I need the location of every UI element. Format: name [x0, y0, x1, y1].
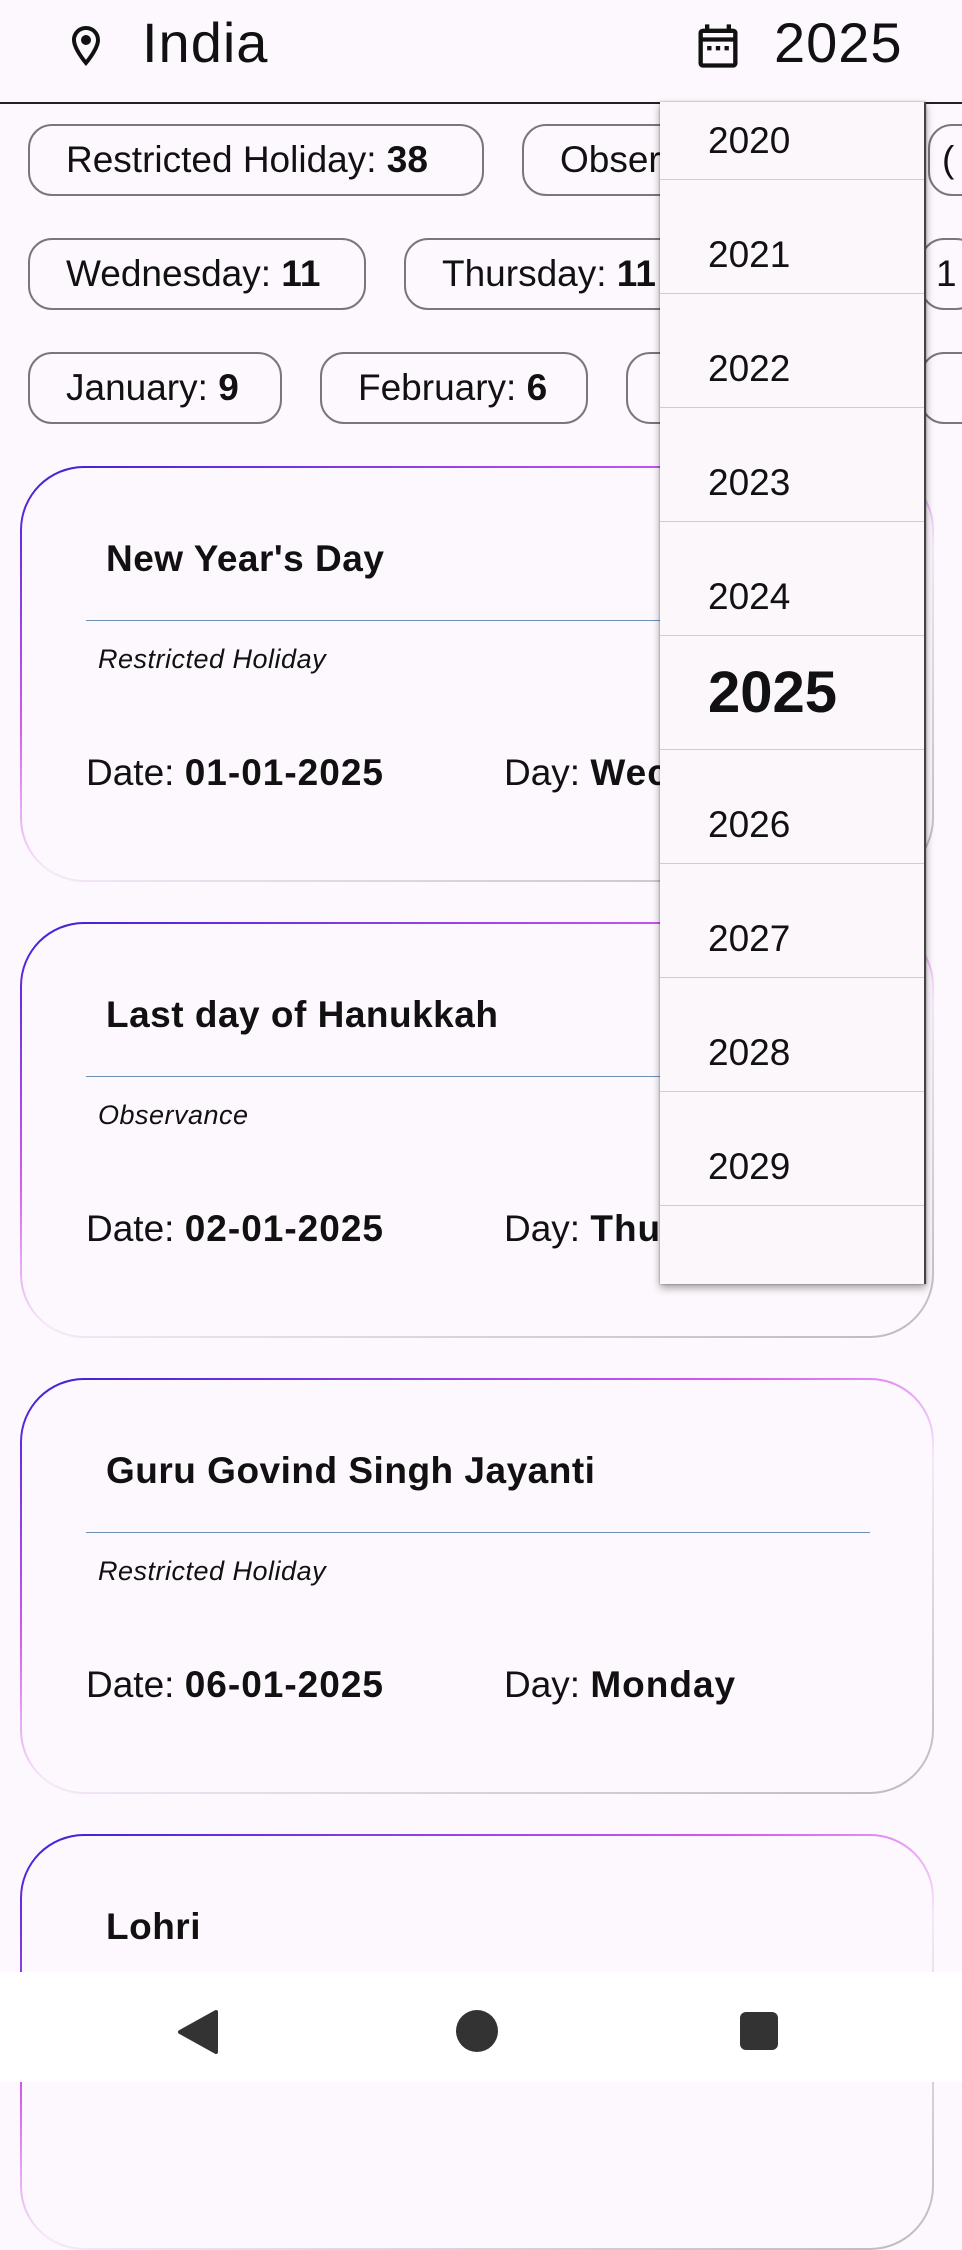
- date-label: Date:: [86, 1664, 185, 1705]
- day-value: Monday: [590, 1664, 737, 1705]
- year-option[interactable]: 2022: [660, 294, 924, 408]
- day-label: Day:: [504, 1208, 591, 1249]
- chip-label: February:: [358, 367, 527, 408]
- year-option[interactable]: 2024: [660, 522, 924, 636]
- chip-count: 11: [281, 253, 321, 294]
- chip-more[interactable]: [920, 352, 962, 424]
- holiday-title: Last day of Hanukkah: [106, 994, 499, 1035]
- holiday-day: Day: Wec: [504, 752, 669, 794]
- year-selector[interactable]: 2025: [774, 10, 903, 75]
- date-label: Date:: [86, 752, 185, 793]
- chip-thursday[interactable]: Thursday: 11: [404, 238, 704, 310]
- year-option[interactable]: 2026: [660, 750, 924, 864]
- chip-count: 9: [218, 367, 239, 408]
- country-selector[interactable]: India: [142, 10, 268, 75]
- holiday-day: Day: Monday: [504, 1664, 736, 1706]
- day-label: Day:: [504, 1664, 591, 1705]
- year-option[interactable]: 2027: [660, 864, 924, 978]
- chip-label: Wednesday:: [66, 253, 282, 294]
- chip-january[interactable]: January: 9: [28, 352, 282, 424]
- year-option[interactable]: 2021: [660, 180, 924, 294]
- holiday-type: Restricted Holiday: [98, 644, 327, 674]
- chip-restricted-holiday[interactable]: Restricted Holiday: 38: [28, 124, 484, 196]
- year-dropdown-menu[interactable]: 2020 2021 2022 2023 2024 2025 2026 2027 …: [660, 102, 926, 1284]
- chip-february[interactable]: February: 6: [320, 352, 588, 424]
- chip-count: 11: [616, 253, 656, 294]
- year-option-selected[interactable]: 2025: [660, 636, 924, 750]
- chip-label: January:: [66, 367, 219, 408]
- holiday-day: Day: Thu: [504, 1208, 661, 1250]
- holiday-date: Date: 06-01-2025: [86, 1664, 384, 1706]
- day-value: Thu: [590, 1208, 662, 1249]
- holiday-title: Lohri: [106, 1906, 201, 1947]
- system-navigation-bar: [0, 1972, 962, 2082]
- recents-square-icon[interactable]: [740, 2012, 778, 2050]
- day-label: Day:: [504, 752, 591, 793]
- holiday-date: Date: 02-01-2025: [86, 1208, 384, 1250]
- year-option[interactable]: 2020: [660, 102, 924, 180]
- chip-label: (: [942, 139, 955, 180]
- holiday-date: Date: 01-01-2025: [86, 752, 384, 794]
- date-value: 01-01-2025: [184, 752, 384, 793]
- chip-label: Thursday:: [442, 253, 617, 294]
- chip-more[interactable]: (: [928, 124, 962, 196]
- date-value: 02-01-2025: [184, 1208, 384, 1249]
- map-pin-icon[interactable]: [62, 22, 110, 70]
- divider: [86, 1532, 870, 1533]
- date-label: Date:: [86, 1208, 185, 1249]
- home-circle-icon[interactable]: [456, 2010, 498, 2052]
- holiday-title: Guru Govind Singh Jayanti: [106, 1450, 596, 1491]
- calendar-icon[interactable]: [692, 20, 744, 72]
- holiday-title: New Year's Day: [106, 538, 385, 579]
- day-value: Wec: [590, 752, 669, 793]
- chip-label: Obser: [560, 139, 661, 180]
- date-value: 06-01-2025: [184, 1664, 384, 1705]
- year-option[interactable]: 2023: [660, 408, 924, 522]
- holiday-card[interactable]: Guru Govind Singh Jayanti Restricted Hol…: [20, 1378, 934, 1794]
- chip-count: 38: [386, 139, 428, 180]
- holiday-type: Observance: [98, 1100, 249, 1130]
- holiday-type: Restricted Holiday: [98, 1556, 327, 1586]
- chip-count: 6: [526, 367, 548, 408]
- year-option[interactable]: 2028: [660, 978, 924, 1092]
- chip-label: Restricted Holiday:: [66, 139, 387, 180]
- chip-more[interactable]: 1: [920, 238, 962, 310]
- chip-label: 1: [936, 253, 957, 294]
- back-triangle-icon[interactable]: [176, 2010, 218, 2054]
- year-option[interactable]: 2029: [660, 1092, 924, 1206]
- app-bar: India 2025: [0, 0, 962, 104]
- chip-wednesday[interactable]: Wednesday: 11: [28, 238, 366, 310]
